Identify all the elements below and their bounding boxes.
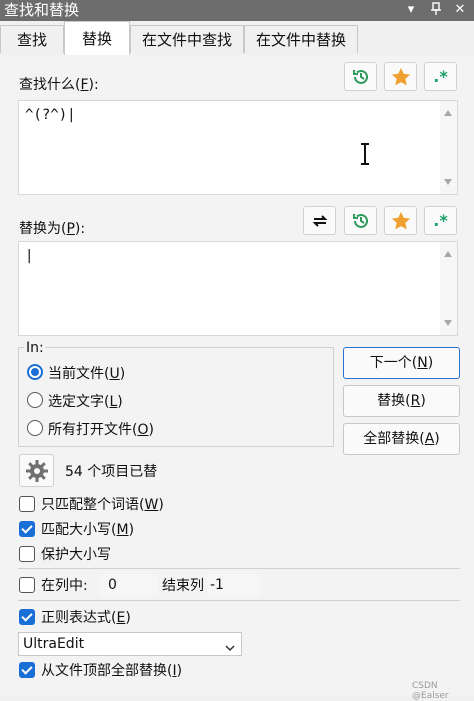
replace-all-button[interactable]: 全部替换(A) (343, 423, 460, 455)
tab-replace-in-files[interactable]: 在文件中替换 (244, 25, 358, 53)
tab-bar: 查找 替换 在文件中查找 在文件中替换 (0, 21, 474, 56)
watermark: CSDN @Ealser (412, 681, 449, 701)
replace-value: | (25, 248, 34, 264)
match-case-checkbox[interactable] (19, 521, 35, 537)
find-scrollbar[interactable] (440, 101, 457, 194)
tab-find[interactable]: 查找 (0, 25, 64, 53)
replace-all-from-top-checkbox[interactable] (19, 662, 35, 678)
regex-engine-select[interactable]: UltraEdit (18, 632, 242, 656)
replace-favorites-button[interactable] (384, 206, 417, 235)
replace-regex-builder-button[interactable]: .* (424, 206, 457, 235)
find-favorites-button[interactable] (384, 62, 417, 91)
column-end-field[interactable]: -1 (207, 574, 260, 596)
scope-legend: In: (24, 340, 46, 356)
gear-icon (25, 459, 48, 482)
in-column-checkbox[interactable] (19, 577, 35, 593)
tab-find-in-files[interactable]: 在文件中查找 (130, 25, 244, 53)
replace-history-button[interactable] (344, 206, 377, 235)
scroll-up-icon[interactable] (444, 251, 452, 257)
close-icon[interactable]: ✕ (452, 2, 468, 18)
history-icon (352, 213, 368, 228)
window-title: 查找和替换 (4, 1, 80, 19)
scope-all-open-files-label[interactable]: 所有打开文件(O) (48, 419, 154, 439)
swap-button[interactable] (303, 206, 336, 235)
scroll-up-icon[interactable] (444, 110, 452, 116)
chevron-down-icon (225, 640, 235, 656)
replace-all-from-top-label[interactable]: 从文件顶部全部替换(I) (41, 660, 182, 680)
scope-selection-label[interactable]: 选定文字(L) (48, 391, 123, 411)
find-regex-builder-button[interactable]: .* (424, 62, 457, 91)
regex-icon: .* (433, 211, 448, 230)
in-column-label[interactable]: 在列中: (41, 575, 88, 595)
star-icon (391, 211, 410, 229)
swap-icon (312, 214, 327, 227)
scope-current-file-label[interactable]: 当前文件(U) (48, 363, 125, 383)
pin-icon[interactable] (428, 2, 444, 18)
scroll-down-icon[interactable] (444, 320, 452, 326)
regex-checkbox[interactable] (19, 609, 35, 625)
whole-word-checkbox[interactable] (19, 496, 35, 512)
replace-label: 替换为(P): (19, 221, 86, 237)
tab-replace[interactable]: 替换 (64, 21, 130, 56)
preserve-case-label[interactable]: 保护大小写 (41, 544, 111, 564)
divider (18, 600, 460, 601)
divider (18, 568, 460, 569)
text-cursor-icon (359, 142, 371, 170)
replace-button[interactable]: 替换(R) (343, 385, 460, 417)
find-value: ^(?^)| (25, 107, 76, 123)
history-icon (352, 69, 368, 84)
column-start-field[interactable]: 0 (100, 574, 158, 596)
preserve-case-checkbox[interactable] (19, 546, 35, 562)
find-label: 查找什么(F): (19, 77, 99, 93)
replace-scrollbar[interactable] (440, 242, 457, 335)
regex-engine-value: UltraEdit (23, 636, 85, 652)
replace-input[interactable]: | (18, 241, 458, 336)
find-history-button[interactable] (344, 62, 377, 91)
settings-button[interactable] (19, 454, 54, 487)
status-text: 54 个项目已替 (65, 464, 158, 480)
match-case-label[interactable]: 匹配大小写(M) (41, 519, 134, 539)
column-end-label: 结束列 (162, 578, 204, 594)
find-next-button[interactable]: 下一个(N) (343, 347, 460, 379)
regex-label[interactable]: 正则表达式(E) (41, 607, 131, 627)
star-icon (391, 67, 410, 85)
title-bar: 查找和替换 ▾ ✕ (0, 0, 474, 21)
scope-all-open-files-radio[interactable] (27, 420, 43, 436)
dropdown-icon[interactable]: ▾ (403, 2, 419, 18)
scroll-down-icon[interactable] (444, 179, 452, 185)
scope-selection-radio[interactable] (27, 392, 43, 408)
scope-current-file-radio[interactable] (27, 364, 43, 380)
whole-word-label[interactable]: 只匹配整个词语(W) (41, 494, 164, 514)
regex-icon: .* (433, 67, 448, 86)
find-input[interactable]: ^(?^)| (18, 100, 458, 195)
